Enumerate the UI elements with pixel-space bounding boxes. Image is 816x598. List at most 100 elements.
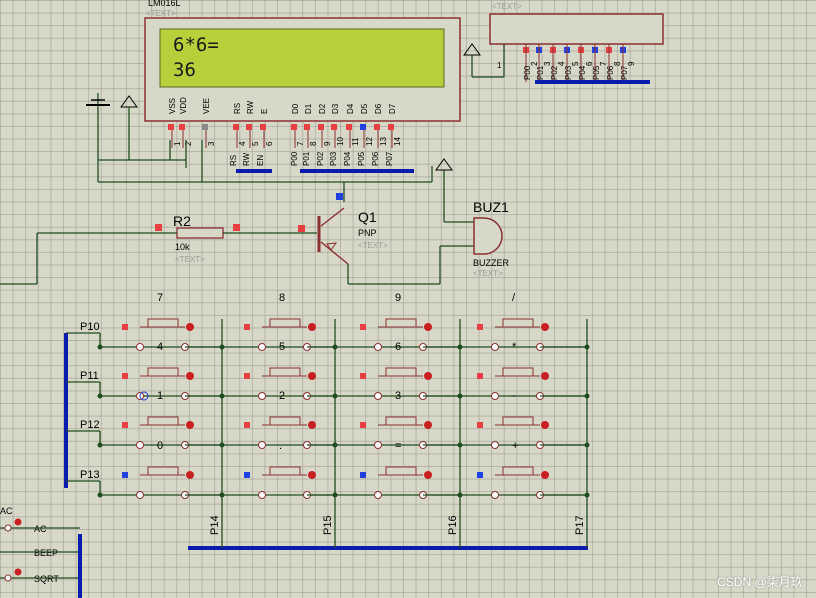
buzzer-type: BUZZER — [473, 258, 510, 268]
keypad-row-label: P12 — [80, 419, 100, 431]
keypad-key-label: 4 — [157, 341, 163, 353]
buzzer-body — [473, 217, 503, 255]
q1-transistor[interactable]: Q1 PNP <TEXT> — [298, 193, 388, 284]
respack-text-tag: <TEXT> — [492, 2, 522, 11]
lcd-pin-terminal — [374, 124, 380, 130]
lcd-header-pin: VSS — [168, 98, 177, 114]
lcd-header-pin: D6 — [374, 103, 383, 114]
keypad-key[interactable]: . — [244, 440, 338, 499]
keypad-key[interactable]: 5 — [244, 341, 338, 400]
lcd-header-pin: RW — [246, 100, 255, 114]
respack-label: P07 — [620, 65, 629, 80]
respack-pin1: 1 — [497, 61, 502, 70]
lcd-bottom-label: P03 — [329, 151, 338, 166]
side-button[interactable]: BEEP — [0, 548, 80, 558]
keypad-key-label: 8 — [279, 292, 285, 304]
lcd-pin-number: 4 — [238, 141, 247, 146]
keypad-col-label: P16 — [447, 515, 459, 535]
lcd-header-pin: D2 — [318, 103, 327, 114]
respack-pin-number: 4 — [557, 61, 566, 66]
lcd-pin-number: 6 — [265, 141, 274, 146]
lcd-line2: 36 — [173, 59, 196, 81]
keypad-matrix[interactable]: P10 P11 P12 P13 P14 P15 P16 P17 7 8 9 / 4 5 6 * 1 2 3 - 0. = + — [64, 292, 590, 550]
resistor-pack[interactable]: <TEXT> 1 P002P013P024P035P046P057P068P07… — [463, 2, 664, 84]
keypad-row-label: P11 — [80, 370, 99, 382]
lcd-header-pin: D1 — [304, 103, 313, 114]
respack-label: P04 — [578, 65, 587, 80]
lcd-pin-number: 14 — [393, 137, 402, 146]
lcd-pin-number: 10 — [336, 137, 345, 146]
lcd-pin-number: 13 — [379, 137, 388, 146]
keypad-key-label: + — [512, 440, 518, 452]
keypad-key-label: * — [512, 341, 517, 353]
keypad-key-label: 0 — [157, 440, 163, 452]
buzzer-text-tag: <TEXT> — [473, 269, 503, 278]
keypad-key[interactable]: 8 — [244, 292, 338, 351]
keypad-key[interactable]: 7 — [122, 292, 225, 351]
lcd-pin-terminal — [202, 124, 208, 130]
lcd-bottom-labels: RS RW EN P00 P01 P02 P03 P04 P05 P06 P07 — [229, 151, 394, 166]
side-buttons[interactable]: AC AC BEEP SQRT — [0, 506, 82, 598]
lcd-bottom-label: P02 — [316, 151, 325, 166]
lcd-pin-number: 5 — [251, 141, 260, 146]
buzzer[interactable]: BUZ1 BUZZER <TEXT> — [473, 199, 510, 278]
keypad-key[interactable]: 9 — [360, 292, 463, 351]
respack-pin-number: 6 — [585, 61, 594, 66]
lcd-bottom-label: P05 — [357, 151, 366, 166]
keypad-key[interactable]: / — [477, 292, 590, 351]
side-button-list[interactable]: AC BEEP SQRT — [0, 518, 80, 585]
lcd-header-pin: E — [260, 109, 269, 114]
r2-resistor[interactable]: R2 10k <TEXT> — [155, 213, 240, 264]
lcd-pin-number: 3 — [207, 141, 216, 146]
lcd-pin-number: 8 — [309, 141, 318, 146]
lcd-pin-terminal — [360, 124, 366, 130]
side-button-label: BEEP — [34, 548, 58, 558]
lcd-bottom-label: RW — [242, 152, 251, 166]
respack-pin-number: 5 — [571, 61, 580, 66]
side-button-label: SQRT — [34, 574, 59, 584]
respack-label: P02 — [550, 65, 559, 80]
lcd-pin-number: 1 — [173, 141, 182, 146]
lcd-pin-terminal — [318, 124, 324, 130]
buzzer-power-symbol — [435, 158, 453, 171]
lcd-pin-terminal — [331, 124, 337, 130]
respack-pin-number: 8 — [613, 61, 622, 66]
keypad-row-label: P10 — [80, 321, 100, 333]
keypad-key-label: - — [512, 390, 516, 402]
lcd-header-pin: D3 — [331, 103, 340, 114]
keypad-key-label: / — [512, 292, 516, 304]
lcd-pin-terminal — [304, 124, 310, 130]
lcd-pin-terminal — [388, 124, 394, 130]
lcd-pin-number: 11 — [351, 137, 360, 146]
keypad-key-label: . — [279, 440, 282, 452]
side-button-label: AC — [34, 524, 47, 534]
lcd-pin-terminal — [179, 124, 185, 130]
keypad-key[interactable]: 0 — [122, 440, 225, 499]
r2-value: 10k — [175, 242, 190, 252]
q1-text-tag: <TEXT> — [358, 241, 388, 250]
keypad-col-label: P17 — [574, 515, 586, 535]
respack-label: P03 — [564, 65, 573, 80]
lcd-pin-number: 12 — [365, 137, 374, 146]
respack-body — [489, 13, 664, 45]
respack-label: P01 — [536, 65, 545, 80]
lcd-header-pin: D7 — [388, 103, 397, 114]
keypad-row-label: P13 — [80, 469, 100, 481]
lcd-bottom-label: P00 — [290, 151, 299, 166]
side-button[interactable]: AC — [0, 518, 80, 535]
side-button[interactable]: SQRT — [0, 568, 80, 585]
keypad-key-label: 9 — [395, 292, 401, 304]
buzzer-name: BUZ1 — [473, 199, 509, 215]
keypad-key-label: 6 — [395, 341, 401, 353]
schematic-canvas[interactable]: LM016L <TEXT> 6*6= 36 VSS VDD VEE RS RW E D0 D1… — [0, 0, 816, 598]
keypad-key[interactable]: = — [360, 440, 463, 499]
keypad-key-label: 1 — [157, 390, 163, 402]
keypad-key-label: 5 — [279, 341, 285, 353]
keypad-col-label: P14 — [209, 515, 221, 535]
watermark: CSDN @柒月玖. — [717, 575, 806, 589]
respack-pins: P002P013P024P035P046P057P068P079 — [523, 44, 636, 82]
lcd-component[interactable]: LM016L <TEXT> 6*6= 36 VSS VDD VEE RS RW E D0 D1… — [144, 0, 461, 166]
r2-text-tag: <TEXT> — [175, 255, 205, 264]
keypad-key[interactable]: 2 — [244, 390, 338, 449]
respack-label: P06 — [606, 65, 615, 80]
